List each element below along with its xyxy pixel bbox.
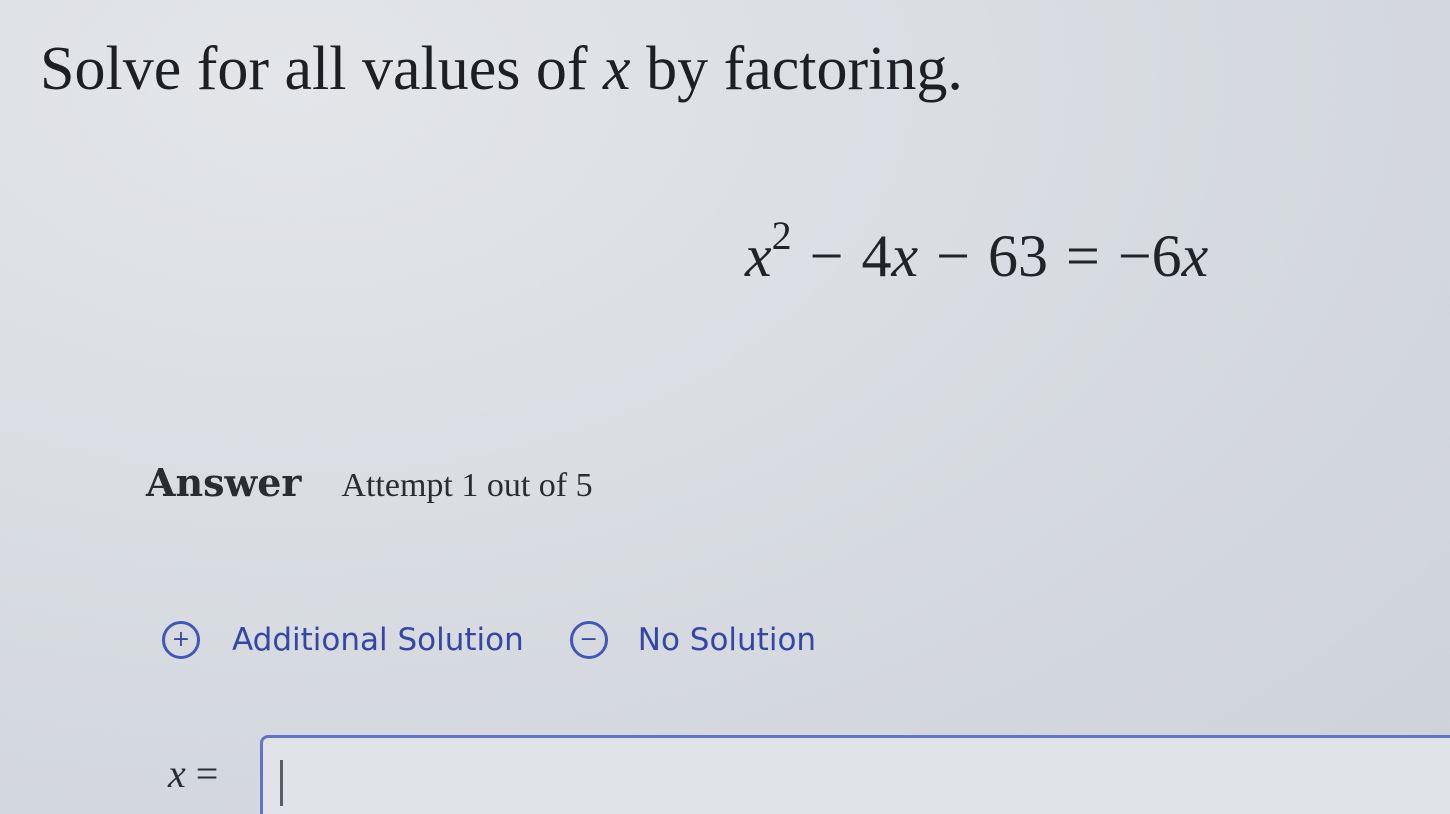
equation-term1-var: x bbox=[745, 223, 772, 289]
answer-label: Answer bbox=[146, 460, 302, 505]
minus-circle-icon: − bbox=[569, 620, 608, 659]
equation-op2: − bbox=[936, 223, 970, 289]
equation-op1: − bbox=[809, 223, 844, 289]
answer-input[interactable] bbox=[260, 735, 1450, 814]
equation-term2-var: x bbox=[891, 223, 919, 289]
answer-header: Answer Attempt 1 out of 5 bbox=[146, 460, 593, 505]
no-solution-button[interactable]: − No Solution bbox=[569, 620, 817, 659]
equation-term3: 63 bbox=[987, 223, 1048, 289]
equation: x2−4x −63 = −6x bbox=[745, 216, 1209, 289]
equation-term2: 4 bbox=[861, 223, 892, 289]
question-prompt: Solve for all values of x by factoring. bbox=[40, 38, 963, 100]
input-variable: x bbox=[168, 751, 186, 796]
equation-rhs: −6 bbox=[1117, 223, 1182, 289]
attempt-counter: Attempt 1 out of 5 bbox=[341, 467, 593, 504]
question-prefix: Solve for all values of bbox=[40, 35, 604, 103]
additional-solution-label: Additional Solution bbox=[232, 621, 524, 658]
input-equals: = bbox=[195, 751, 219, 796]
question-variable: x bbox=[603, 35, 631, 103]
equation-term1-exponent: 2 bbox=[771, 213, 792, 258]
question-suffix: by factoring. bbox=[630, 35, 963, 103]
plus-circle-icon: + bbox=[162, 620, 200, 659]
equation-rhs-var: x bbox=[1181, 223, 1209, 289]
additional-solution-button[interactable]: + Additional Solution bbox=[162, 620, 524, 659]
solution-options: + Additional Solution − No Solution bbox=[162, 620, 816, 659]
text-caret bbox=[280, 760, 283, 806]
no-solution-label: No Solution bbox=[637, 621, 817, 658]
equation-equals: = bbox=[1065, 223, 1100, 289]
input-prefix: x = bbox=[168, 750, 218, 797]
